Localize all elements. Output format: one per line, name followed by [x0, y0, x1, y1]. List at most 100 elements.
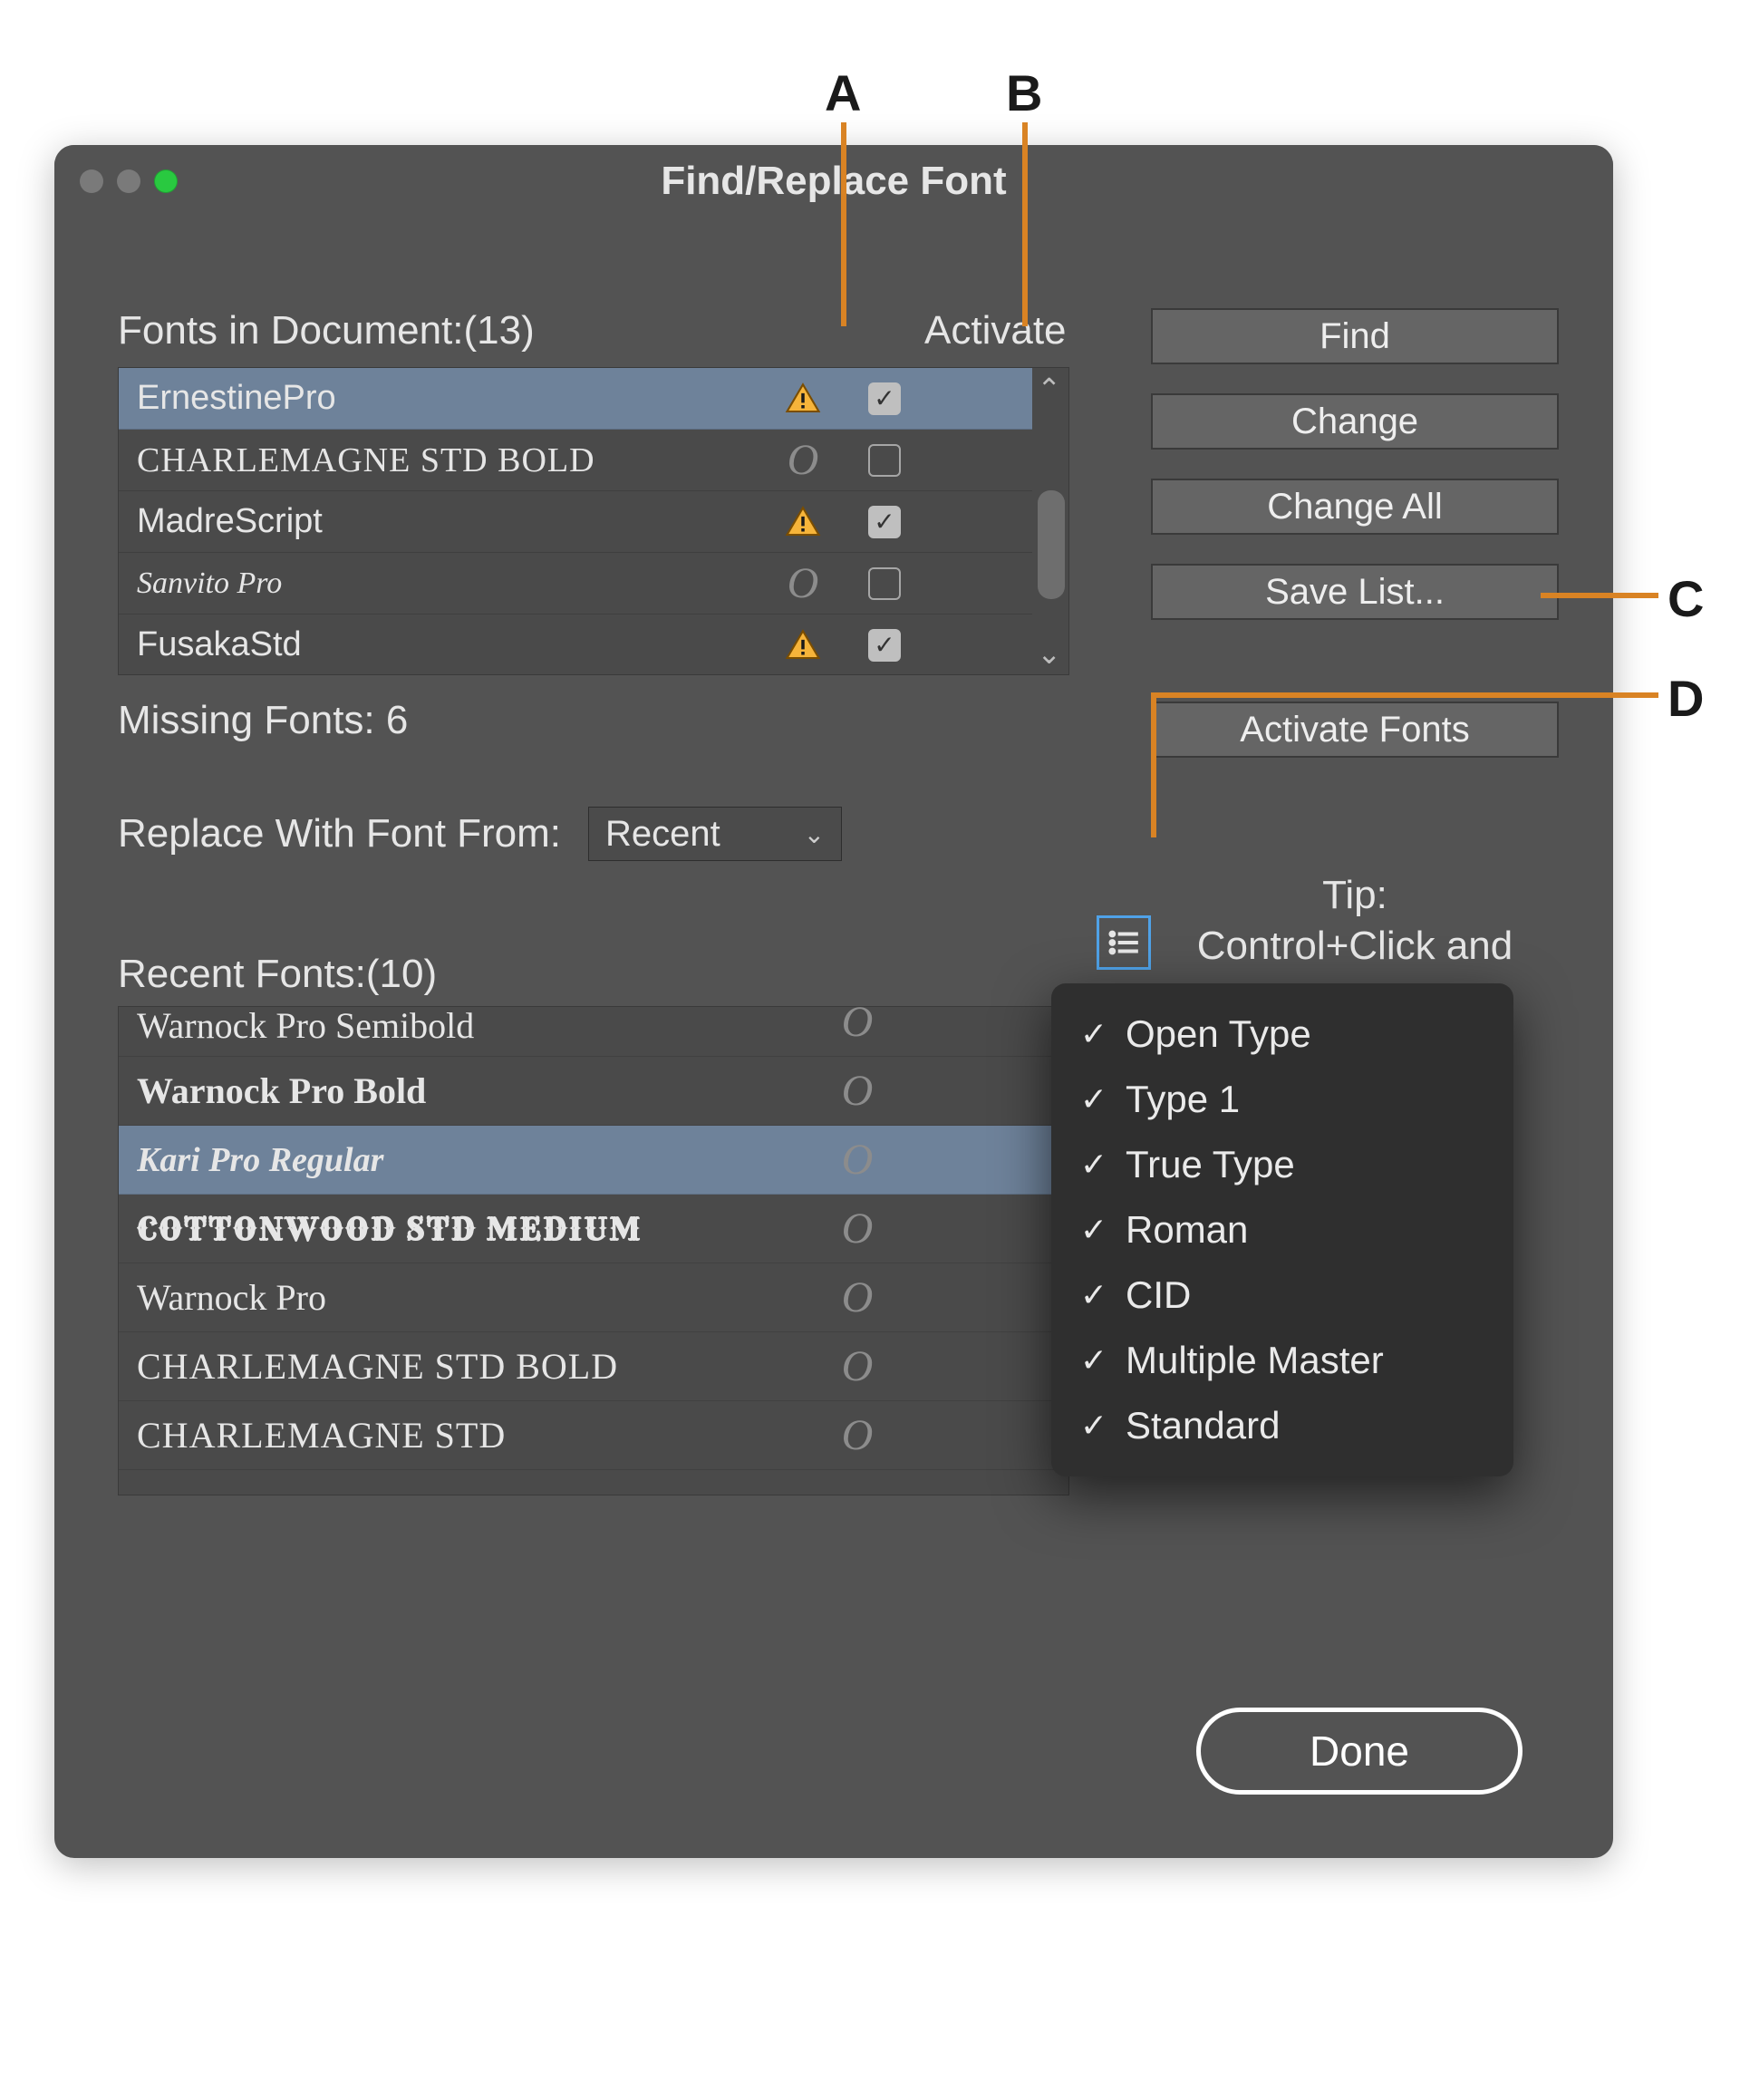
filter-menu-item[interactable]: ✓ Standard [1051, 1393, 1513, 1458]
change-all-button[interactable]: Change All [1151, 479, 1559, 535]
activate-checkbox[interactable] [868, 506, 901, 538]
recent-font-row[interactable]: Warnock ProO [119, 1263, 1068, 1332]
chevron-down-icon: ⌄ [804, 819, 825, 849]
recent-font-row[interactable]: Warnock Pro BoldO [119, 1057, 1068, 1126]
font-name: Warnock Pro Semibold [137, 1006, 817, 1047]
font-name: MadreScript [137, 502, 762, 541]
change-button[interactable]: Change [1151, 393, 1559, 450]
callout-c-line [1541, 593, 1658, 598]
activate-checkbox[interactable] [868, 567, 901, 600]
doc-font-row[interactable]: MadreScript [119, 491, 1068, 553]
opentype-icon: O [817, 1273, 898, 1322]
font-name: Kari Pro Regular [137, 1140, 817, 1180]
font-name: CHARLEMAGNE STD BOLD [137, 440, 762, 480]
filter-menu-item[interactable]: ✓ True Type [1051, 1132, 1513, 1197]
opentype-icon: O [762, 558, 844, 608]
activate-fonts-button[interactable]: Activate Fonts [1151, 702, 1559, 758]
activate-checkbox-cell [844, 444, 925, 477]
check-icon: ✓ [1078, 1407, 1109, 1445]
recent-font-row[interactable]: Warnock Pro SemiboldO [119, 1007, 1068, 1057]
check-icon: ✓ [1078, 1146, 1109, 1184]
font-name: CHARLEMAGNE STD [137, 1414, 817, 1456]
callout-d-line-h [1151, 692, 1658, 698]
document-fonts-list[interactable]: ErnestineProCHARLEMAGNE STD BOLDOMadreSc… [118, 367, 1069, 675]
callout-d-label: D [1668, 669, 1704, 728]
activate-column-header: Activate [924, 308, 1067, 353]
opentype-icon: O [817, 1341, 898, 1391]
recent-font-row[interactable]: CHARLEMAGNE STD BOLDO [119, 1332, 1068, 1401]
filter-menu-item[interactable]: ✓Type 1 [1051, 1067, 1513, 1132]
callout-a-label: A [825, 63, 861, 122]
menu-item-label: Open Type [1126, 1012, 1311, 1056]
doc-font-row[interactable]: FusakaStd [119, 615, 1068, 675]
warning-icon [762, 626, 844, 664]
font-type-filter-menu[interactable]: ✓Open Type✓Type 1✓True Type✓Roman✓CID✓Mu… [1051, 983, 1513, 1476]
check-icon: ✓ [1078, 1211, 1109, 1249]
close-window-button[interactable] [80, 169, 103, 193]
font-name: Warnock Pro Bold [137, 1069, 817, 1112]
replace-with-label: Replace With Font From: [118, 811, 561, 856]
scroll-down-icon[interactable]: ⌄ [1037, 636, 1061, 671]
warning-icon [762, 503, 844, 541]
missing-fonts-label: Missing Fonts: 6 [118, 698, 408, 743]
opentype-icon: O [817, 1204, 898, 1253]
tip-text: Tip: Control+Click and [1151, 870, 1559, 972]
scroll-up-icon[interactable]: ⌃ [1037, 372, 1061, 406]
recent-font-row[interactable]: Kari Pro RegularO [119, 1126, 1068, 1195]
fonts-in-document-label: Fonts in Document:(13) [118, 308, 535, 353]
tip-line2: Control+Click and [1151, 921, 1559, 972]
scrollbar-thumb[interactable] [1038, 490, 1065, 599]
callout-a-line [841, 122, 846, 326]
callout-b-label: B [1006, 63, 1042, 122]
doc-font-row[interactable]: ErnestinePro [119, 368, 1068, 430]
opentype-icon: O [817, 1410, 898, 1460]
find-button[interactable]: Find [1151, 308, 1559, 364]
scrollbar[interactable]: ⌃ ⌄ [1032, 368, 1068, 674]
check-icon: ✓ [1078, 1080, 1109, 1118]
list-icon [1107, 925, 1141, 960]
save-list-button[interactable]: Save List... [1151, 564, 1559, 620]
font-name: CHARLEMAGNE STD BOLD [137, 1345, 817, 1388]
activate-checkbox-cell [844, 629, 925, 662]
activate-checkbox-cell [844, 506, 925, 538]
check-icon: ✓ [1078, 1276, 1109, 1314]
font-name: FusakaStd [137, 625, 762, 664]
doc-font-row[interactable]: CHARLEMAGNE STD BOLDO [119, 430, 1068, 491]
activate-checkbox[interactable] [868, 444, 901, 477]
menu-item-label: Standard [1126, 1404, 1280, 1447]
doc-font-row[interactable]: Sanvito ProO [119, 553, 1068, 615]
activate-checkbox-cell [844, 567, 925, 600]
recent-fonts-label: Recent Fonts:(10) [118, 952, 437, 997]
font-name: Warnock Pro [137, 1276, 817, 1319]
opentype-icon: O [817, 1066, 898, 1116]
minimize-window-button[interactable] [117, 169, 140, 193]
done-button[interactable]: Done [1196, 1708, 1522, 1795]
recent-font-row[interactable]: CHARLEMAGNE STDO [119, 1401, 1068, 1470]
callout-b-line [1022, 122, 1028, 326]
filter-menu-item[interactable]: ✓Multiple Master [1051, 1328, 1513, 1393]
replace-source-dropdown[interactable]: Recent ⌄ [588, 807, 842, 861]
find-replace-font-dialog: Find/Replace Font Fonts in Document:(13)… [54, 145, 1613, 1858]
menu-item-label: CID [1126, 1273, 1191, 1317]
zoom-window-button[interactable] [154, 169, 178, 193]
recent-fonts-list[interactable]: Warnock Pro SemiboldOWarnock Pro BoldOKa… [118, 1006, 1069, 1495]
filter-menu-item[interactable]: ✓Roman [1051, 1197, 1513, 1263]
window-controls [54, 169, 178, 193]
recent-font-row[interactable]: COTTONWOOD STD MEDIUMO [119, 1195, 1068, 1263]
callout-d-line-v [1151, 692, 1156, 837]
opentype-icon: O [762, 435, 844, 485]
activate-checkbox-cell [844, 382, 925, 415]
font-name: Sanvito Pro [137, 566, 762, 601]
filter-menu-item[interactable]: ✓Open Type [1051, 1002, 1513, 1067]
opentype-icon: O [817, 1135, 898, 1185]
dropdown-value: Recent [605, 814, 720, 855]
activate-checkbox[interactable] [868, 629, 901, 662]
filter-menu-item[interactable]: ✓ CID [1051, 1263, 1513, 1328]
menu-item-label: True Type [1126, 1143, 1295, 1186]
activate-checkbox[interactable] [868, 382, 901, 415]
tip-line1: Tip: [1151, 870, 1559, 921]
list-filter-button[interactable] [1097, 915, 1151, 970]
font-name: ErnestinePro [137, 379, 762, 418]
titlebar: Find/Replace Font [54, 145, 1613, 218]
menu-item-label: Multiple Master [1126, 1339, 1384, 1382]
